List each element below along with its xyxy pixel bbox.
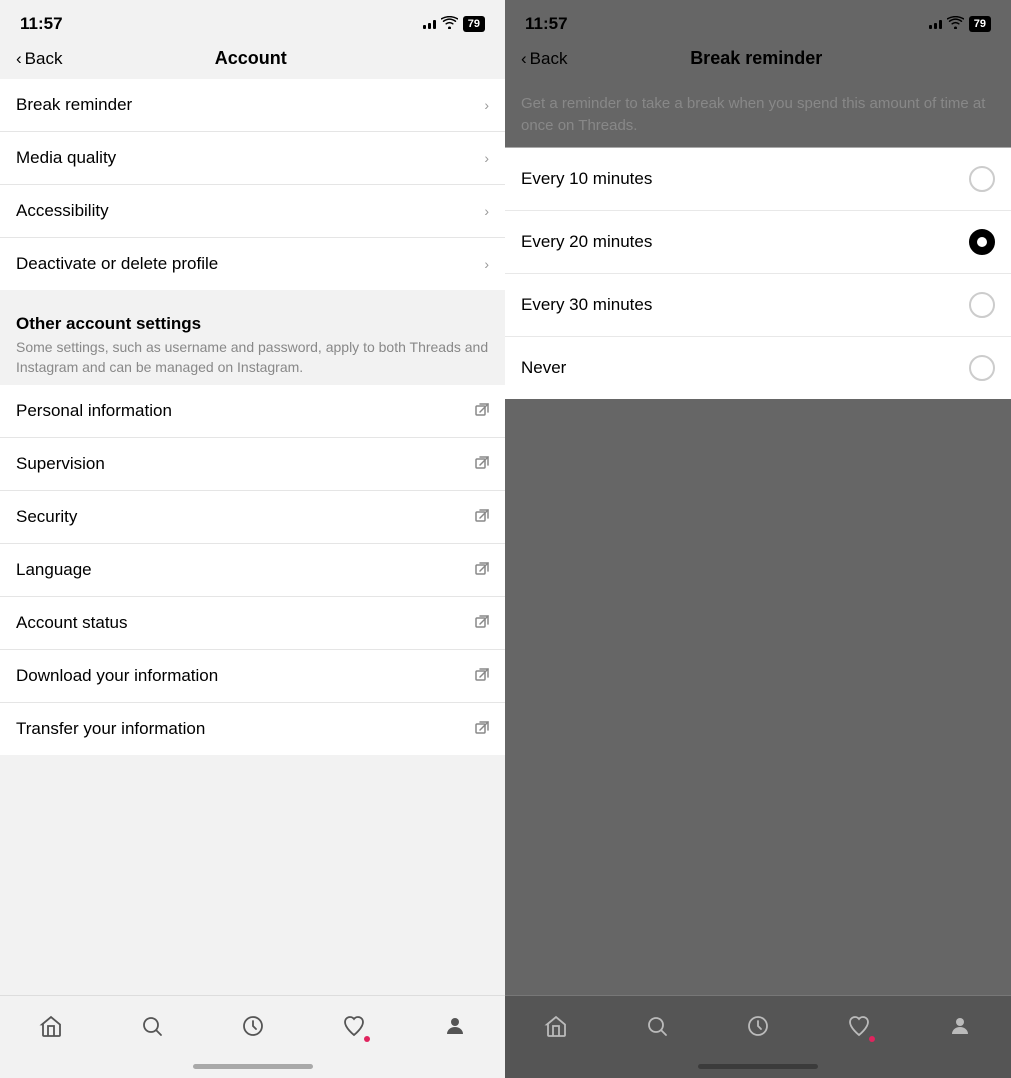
deactivate-label: Deactivate or delete profile: [16, 254, 218, 274]
account-status-label: Account status: [16, 613, 128, 633]
external-link-icon: [475, 509, 489, 526]
accessibility-item[interactable]: Accessibility ›: [0, 185, 505, 238]
search-nav-icon[interactable]: [132, 1006, 172, 1046]
section-divider: [0, 290, 505, 298]
external-link-icon: [475, 403, 489, 420]
activity-nav-icon[interactable]: [233, 1006, 273, 1046]
security-label: Security: [16, 507, 77, 527]
option-30min[interactable]: Every 30 minutes: [505, 274, 1011, 337]
personal-info-item[interactable]: Personal information: [0, 385, 505, 438]
security-item[interactable]: Security: [0, 491, 505, 544]
option-30min-label: Every 30 minutes: [521, 295, 652, 315]
external-link-icon: [475, 456, 489, 473]
right-back-button[interactable]: ‹ Back: [521, 49, 567, 69]
language-label: Language: [16, 560, 92, 580]
signal-dots: [929, 20, 942, 29]
profile-nav-icon[interactable]: [940, 1006, 980, 1046]
other-account-title: Other account settings: [16, 314, 489, 334]
account-status-item[interactable]: Account status: [0, 597, 505, 650]
external-link-icon: [475, 668, 489, 685]
right-back-label: Back: [530, 49, 568, 69]
right-status-bar: 11:57 79: [505, 0, 1011, 40]
option-never-radio[interactable]: [969, 355, 995, 381]
option-10min-label: Every 10 minutes: [521, 169, 652, 189]
transfer-info-item[interactable]: Transfer your information: [0, 703, 505, 755]
right-nav-bar: ‹ Back Break reminder: [505, 40, 1011, 79]
chevron-right-icon: ›: [484, 150, 489, 166]
heart-nav-icon[interactable]: [839, 1006, 879, 1046]
download-info-label: Download your information: [16, 666, 218, 686]
left-content: Break reminder › Media quality › Accessi…: [0, 79, 505, 995]
chevron-left-icon: ‹: [16, 49, 22, 69]
external-link-icon: [475, 615, 489, 632]
right-status-time: 11:57: [525, 14, 568, 34]
left-status-bar: 11:57 79: [0, 0, 505, 40]
external-link-icon: [475, 721, 489, 738]
option-20min-radio[interactable]: [969, 229, 995, 255]
media-quality-item[interactable]: Media quality ›: [0, 132, 505, 185]
language-item[interactable]: Language: [0, 544, 505, 597]
heart-notification-dot: [869, 1036, 875, 1042]
left-status-time: 11:57: [20, 14, 63, 34]
break-reminder-label: Break reminder: [16, 95, 132, 115]
search-nav-icon[interactable]: [637, 1006, 677, 1046]
heart-nav-icon[interactable]: [334, 1006, 374, 1046]
home-nav-icon[interactable]: [31, 1006, 71, 1046]
personal-info-label: Personal information: [16, 401, 172, 421]
home-nav-icon[interactable]: [536, 1006, 576, 1046]
deactivate-item[interactable]: Deactivate or delete profile ›: [0, 238, 505, 290]
option-never[interactable]: Never: [505, 337, 1011, 399]
wifi-icon: [947, 16, 964, 32]
break-reminder-options: Every 10 minutes Every 20 minutes Every …: [505, 148, 1011, 399]
left-home-indicator: [0, 1054, 505, 1078]
transfer-info-label: Transfer your information: [16, 719, 205, 739]
chevron-right-icon: ›: [484, 97, 489, 113]
right-home-indicator: [505, 1054, 1011, 1078]
chevron-left-icon: ‹: [521, 49, 527, 69]
left-page-title: Account: [62, 48, 439, 69]
option-10min[interactable]: Every 10 minutes: [505, 148, 1011, 211]
right-page-title: Break reminder: [567, 48, 945, 69]
chevron-right-icon: ›: [484, 203, 489, 219]
home-bar: [698, 1064, 818, 1069]
supervision-item[interactable]: Supervision: [0, 438, 505, 491]
wifi-icon: [441, 16, 458, 32]
left-panel: 11:57 79 ‹ Back Account Break reminder ›: [0, 0, 505, 1078]
option-never-label: Never: [521, 358, 566, 378]
other-account-section: Other account settings Some settings, su…: [0, 298, 505, 385]
download-info-item[interactable]: Download your information: [0, 650, 505, 703]
other-account-desc: Some settings, such as username and pass…: [16, 338, 489, 385]
option-10min-radio[interactable]: [969, 166, 995, 192]
accessibility-label: Accessibility: [16, 201, 109, 221]
left-status-icons: 79: [423, 16, 485, 32]
left-battery: 79: [463, 16, 485, 32]
profile-nav-icon[interactable]: [435, 1006, 475, 1046]
right-panel: 11:57 79 ‹ Back Break reminder: [505, 0, 1011, 1078]
media-quality-label: Media quality: [16, 148, 116, 168]
option-20min[interactable]: Every 20 minutes: [505, 211, 1011, 274]
heart-notification-dot: [364, 1036, 370, 1042]
left-bottom-nav: [0, 995, 505, 1054]
supervision-label: Supervision: [16, 454, 105, 474]
option-30min-radio[interactable]: [969, 292, 995, 318]
right-status-icons: 79: [929, 16, 991, 32]
break-reminder-description: Get a reminder to take a break when you …: [505, 79, 1011, 148]
left-nav-bar: ‹ Back Account: [0, 40, 505, 79]
chevron-right-icon: ›: [484, 256, 489, 272]
left-back-button[interactable]: ‹ Back: [16, 49, 62, 69]
right-bottom-nav: [505, 995, 1011, 1054]
left-back-label: Back: [25, 49, 63, 69]
right-battery: 79: [969, 16, 991, 32]
signal-dots: [423, 20, 436, 29]
option-20min-label: Every 20 minutes: [521, 232, 652, 252]
activity-nav-icon[interactable]: [738, 1006, 778, 1046]
home-bar: [193, 1064, 313, 1069]
external-link-icon: [475, 562, 489, 579]
break-reminder-item[interactable]: Break reminder ›: [0, 79, 505, 132]
